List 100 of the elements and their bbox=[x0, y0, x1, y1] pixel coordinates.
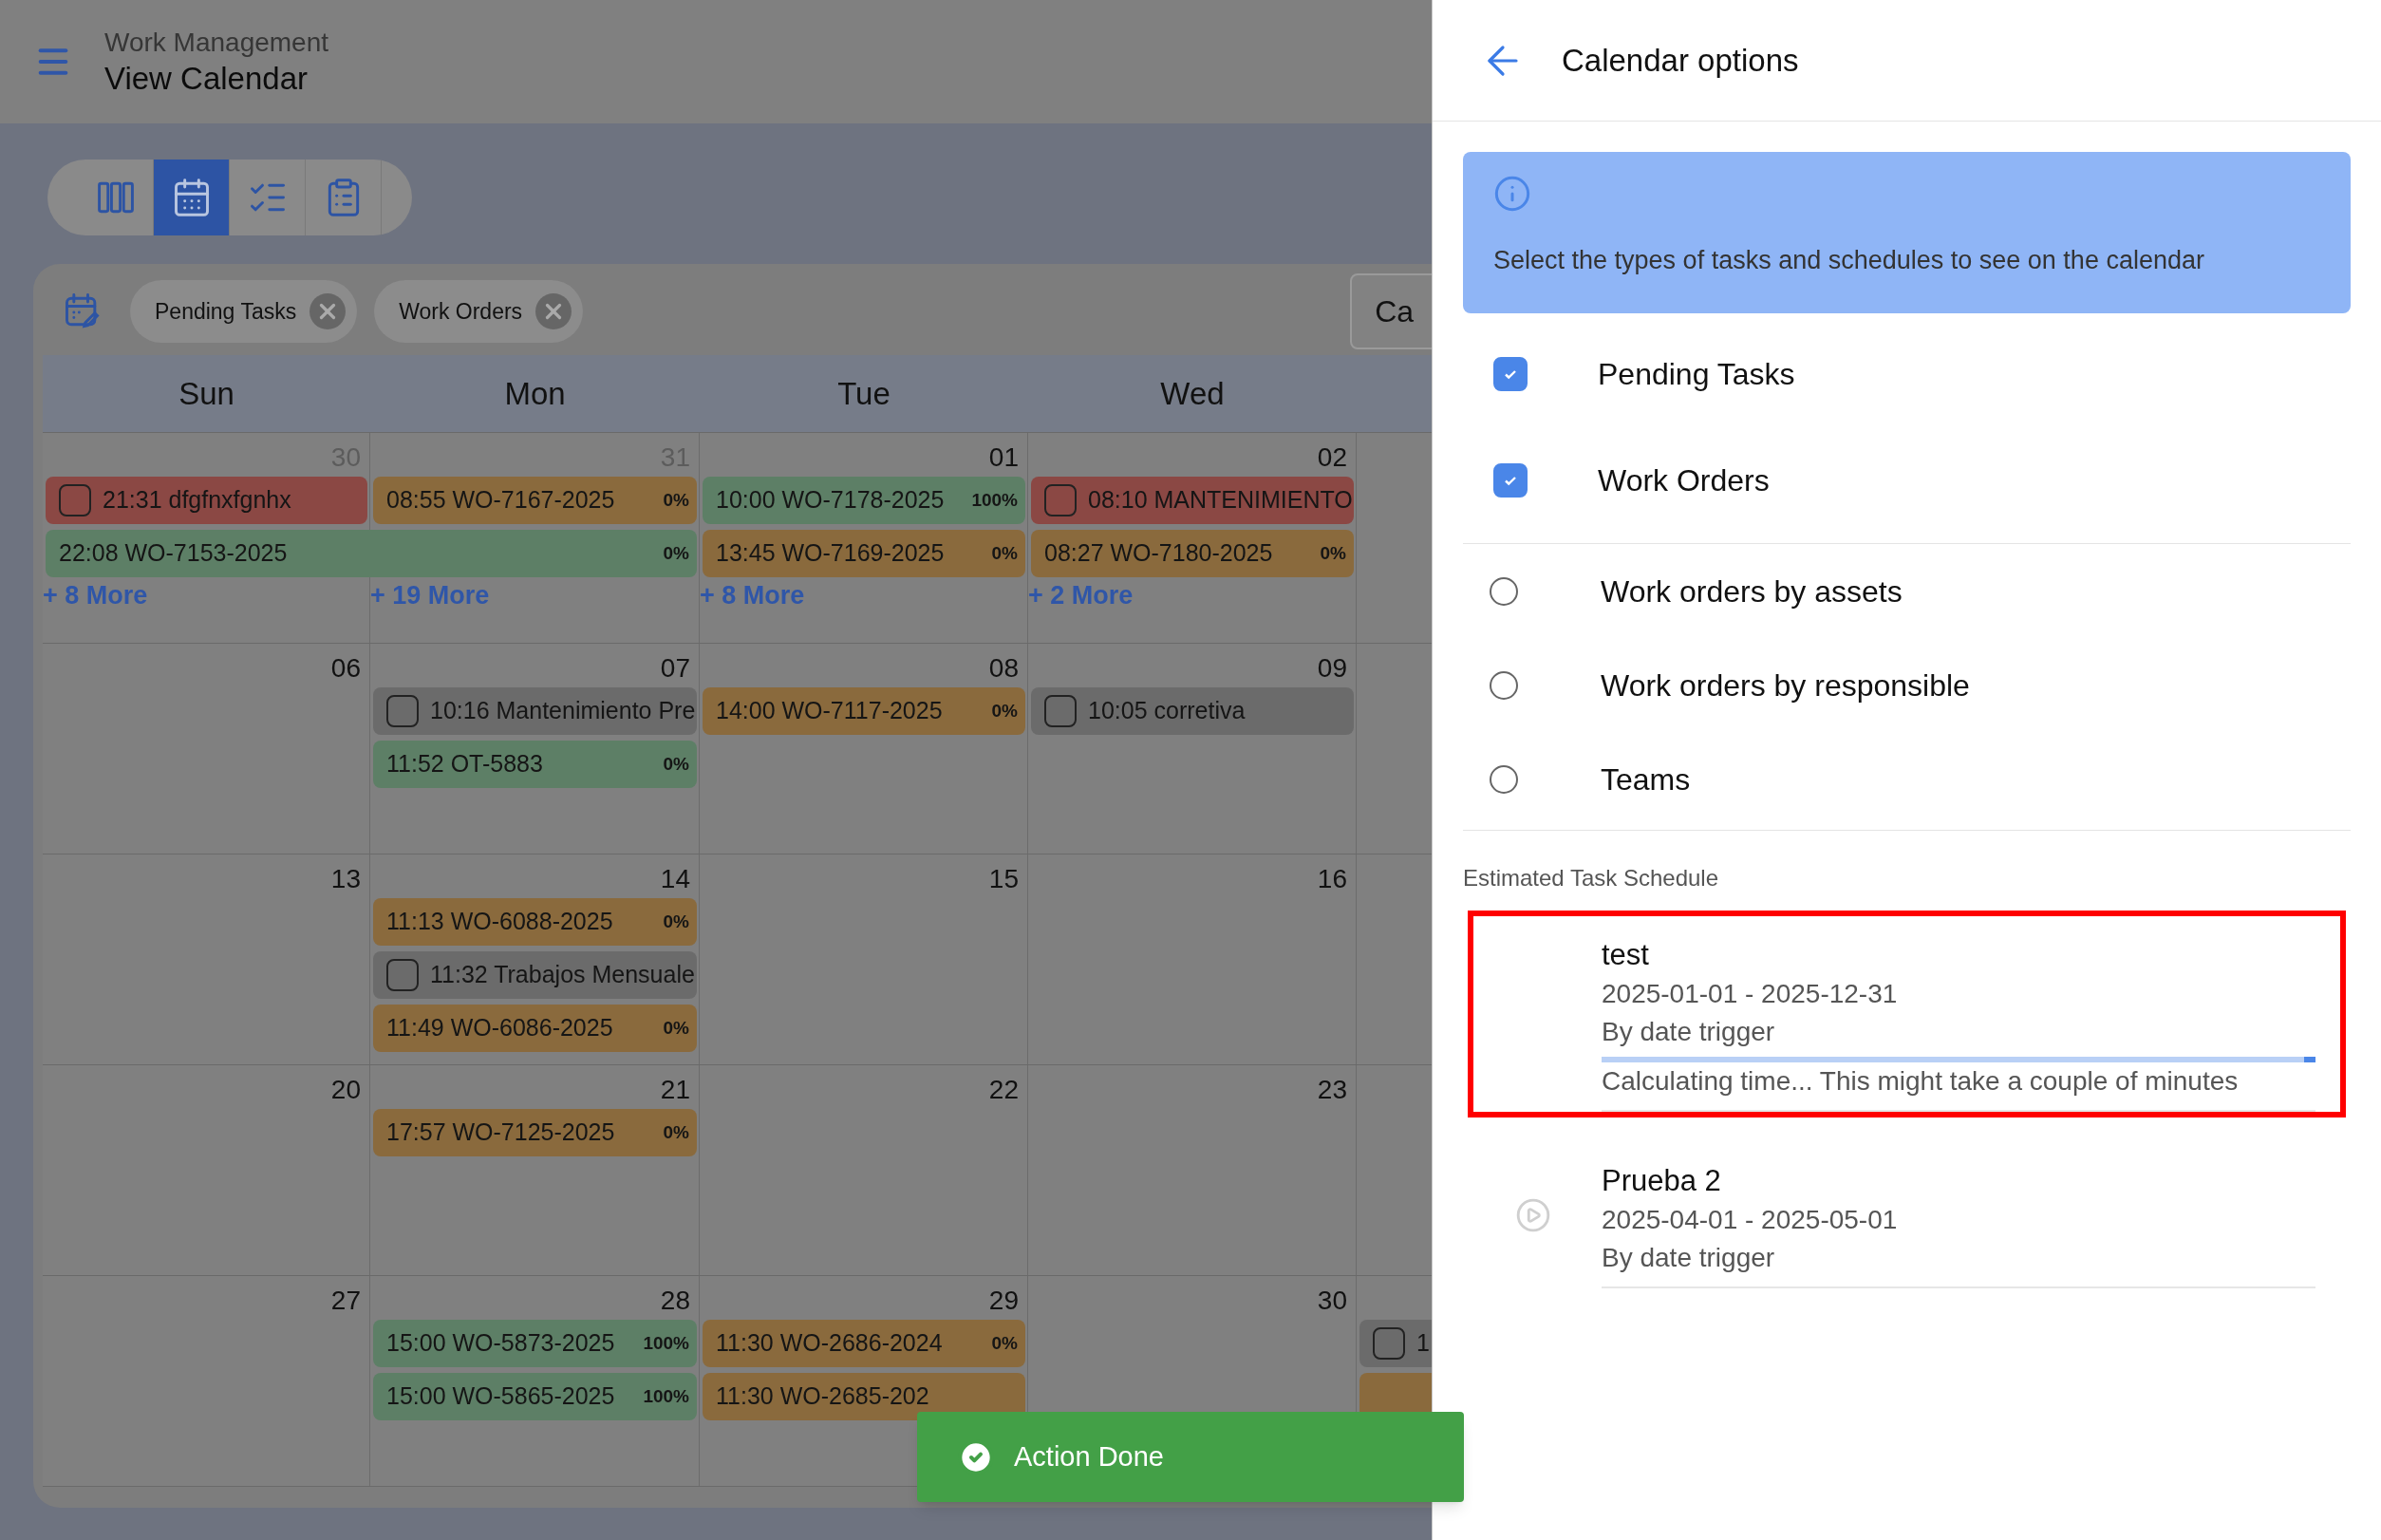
day-number: 16 bbox=[1317, 866, 1347, 895]
day-number: 07 bbox=[660, 655, 690, 685]
chip-label: Pending Tasks bbox=[155, 297, 297, 326]
checkbox-icon bbox=[386, 695, 419, 727]
calendar-event[interactable]: 08:55 WO-7167-2025 0% bbox=[373, 477, 697, 524]
event-percent: 0% bbox=[991, 699, 1018, 723]
event-percent: 0% bbox=[1320, 541, 1346, 565]
day-number: 28 bbox=[660, 1287, 690, 1317]
calendar-event[interactable]: 11:52 OT-5883 0% bbox=[373, 741, 697, 788]
filter-chip[interactable]: Work Orders bbox=[374, 280, 584, 343]
event-label: 08:55 WO-7167-2025 bbox=[386, 485, 616, 516]
event-percent: 0% bbox=[663, 910, 689, 933]
event-label: 13:45 WO-7169-2025 bbox=[716, 538, 946, 569]
page-title: View Calendar bbox=[104, 59, 309, 98]
calendar-event[interactable]: 14:00 WO-7117-2025 0% bbox=[703, 687, 1025, 735]
calendar-button[interactable]: Ca bbox=[1350, 273, 1432, 349]
close-icon[interactable] bbox=[535, 293, 572, 329]
calendar-event[interactable]: 1 bbox=[1359, 1320, 1432, 1367]
checkbox[interactable] bbox=[1493, 463, 1528, 498]
schedule-name: test bbox=[1602, 937, 1650, 973]
event-label: 08:27 WO-7180-2025 bbox=[1044, 538, 1274, 569]
calendar-event[interactable]: 11:32 Trabajos Mensuale bbox=[373, 951, 697, 999]
weekday-label: Sun bbox=[178, 374, 234, 413]
event-label: 15:00 WO-5865-2025 bbox=[386, 1381, 616, 1412]
calendar-event[interactable]: 21:31 dfgfnxfgnhx bbox=[46, 477, 367, 524]
event-label: 11:32 Trabajos Mensuale bbox=[430, 960, 695, 990]
event-label: 10:05 corretiva bbox=[1088, 696, 1247, 726]
event-percent: 0% bbox=[663, 488, 689, 512]
toast-message: Action Done bbox=[1014, 1439, 1164, 1474]
info-text: Select the types of tasks and schedules to see on the calendar bbox=[1493, 245, 2205, 276]
event-label: 21:31 dfgfnxfgnhx bbox=[103, 485, 292, 516]
event-label: 10:00 WO-7178-2025 bbox=[716, 485, 946, 516]
event-percent: 0% bbox=[663, 1016, 689, 1040]
checkbox-icon bbox=[1373, 1327, 1405, 1360]
day-number: 22 bbox=[988, 1077, 1019, 1106]
filter-chip[interactable]: Pending Tasks bbox=[130, 280, 358, 343]
drawer-title: Calendar options bbox=[1562, 41, 1799, 80]
event-label: 11:49 WO-6086-2025 bbox=[386, 1013, 614, 1043]
event-label: 17:57 WO-7125-2025 bbox=[386, 1117, 616, 1148]
play-icon[interactable] bbox=[1514, 1197, 1551, 1233]
day-number: 27 bbox=[330, 1287, 361, 1317]
event-label: 11:52 OT-5883 bbox=[386, 749, 544, 779]
schedule-item[interactable]: Prueba 2 2025-04-01 - 2025-05-01 By date trigger bbox=[1468, 1136, 2346, 1294]
day-number: 02 bbox=[1317, 444, 1347, 474]
event-label: 11:30 WO-2685-202 bbox=[716, 1381, 930, 1412]
calendar-event[interactable]: 15:00 WO-5865-2025 100% bbox=[373, 1373, 697, 1420]
calendar-event[interactable]: 10:05 corretiva bbox=[1031, 687, 1354, 735]
option-label: Teams bbox=[1601, 761, 1691, 798]
day-number: 20 bbox=[330, 1077, 361, 1106]
radio-button[interactable] bbox=[1490, 764, 1518, 794]
event-percent: 0% bbox=[991, 1331, 1018, 1355]
calendar-event[interactable]: 13:45 WO-7169-2025 0% bbox=[703, 530, 1025, 577]
event-label: 15:00 WO-5873-2025 bbox=[386, 1328, 616, 1359]
day-number: 13 bbox=[330, 866, 361, 895]
radio-button[interactable] bbox=[1490, 576, 1518, 606]
event-label: 22:08 WO-7153-2025 bbox=[59, 538, 289, 569]
day-number: 30 bbox=[1317, 1287, 1347, 1317]
calendar-event[interactable]: 10:00 WO-7178-2025 100% bbox=[703, 477, 1025, 524]
day-number: 09 bbox=[1317, 655, 1347, 685]
event-label: 11:13 WO-6088-2025 bbox=[386, 907, 614, 937]
calendar-event[interactable]: 11:30 WO-2685-202 bbox=[703, 1373, 1025, 1420]
checkbox-icon bbox=[1044, 695, 1077, 727]
day-number: 06 bbox=[330, 655, 361, 685]
event-label: 08:10 MANTENIMIENTO bbox=[1088, 485, 1353, 516]
view-button[interactable] bbox=[154, 160, 230, 235]
chip-label: Work Orders bbox=[399, 297, 523, 326]
close-icon[interactable] bbox=[309, 293, 347, 329]
weekday-label: Wed bbox=[1160, 374, 1225, 413]
weekday-label: Mon bbox=[504, 374, 566, 413]
day-number: 01 bbox=[988, 444, 1019, 474]
option-label: Work orders by assets bbox=[1601, 573, 1903, 610]
day-number: 21 bbox=[660, 1077, 690, 1106]
option-label: Pending Tasks bbox=[1598, 356, 1795, 393]
calendar-event[interactable]: 08:27 WO-7180-2025 0% bbox=[1031, 530, 1354, 577]
calendar-event[interactable]: 11:13 WO-6088-2025 0% bbox=[373, 898, 697, 946]
schedule-item[interactable]: test 2025-01-01 - 2025-12-31 By date trigger Calculating time... This might take a couple of minutes bbox=[1468, 911, 2346, 1117]
day-number: 14 bbox=[660, 866, 690, 895]
event-percent: 100% bbox=[643, 1384, 689, 1408]
checkbox[interactable] bbox=[1493, 357, 1528, 391]
calendar-event[interactable]: 15:00 WO-5873-2025 100% bbox=[373, 1320, 697, 1367]
calendar-event[interactable]: 08:10 MANTENIMIENTO bbox=[1031, 477, 1354, 524]
event-label: 10:16 Mantenimiento Pre bbox=[430, 696, 696, 726]
calendar-event[interactable]: 17:57 WO-7125-2025 0% bbox=[373, 1109, 697, 1156]
radio-button[interactable] bbox=[1490, 670, 1518, 700]
schedule-trigger: By date trigger bbox=[1602, 1242, 1776, 1274]
calendar-event[interactable]: 10:16 Mantenimiento Pre bbox=[373, 687, 697, 735]
checkbox-icon bbox=[59, 484, 91, 516]
day-number: 23 bbox=[1317, 1077, 1347, 1106]
option-label: Work orders by responsible bbox=[1601, 667, 1970, 704]
weekday-label: Tue bbox=[837, 374, 891, 413]
calendar-event[interactable]: 11:49 WO-6086-2025 0% bbox=[373, 1005, 697, 1052]
calendar-event[interactable]: 11:30 WO-2686-2024 0% bbox=[703, 1320, 1025, 1367]
calendar-event[interactable]: 22:08 WO-7153-2025 0% bbox=[46, 530, 697, 577]
day-number: 15 bbox=[988, 866, 1019, 895]
event-percent: 0% bbox=[663, 1120, 689, 1144]
event-percent: 0% bbox=[663, 541, 689, 565]
schedule-name: Prueba 2 bbox=[1602, 1163, 1722, 1199]
schedule-trigger: By date trigger bbox=[1602, 1016, 1776, 1048]
section-heading: Estimated Task Schedule bbox=[1463, 864, 1720, 892]
checkbox-icon bbox=[386, 959, 419, 991]
